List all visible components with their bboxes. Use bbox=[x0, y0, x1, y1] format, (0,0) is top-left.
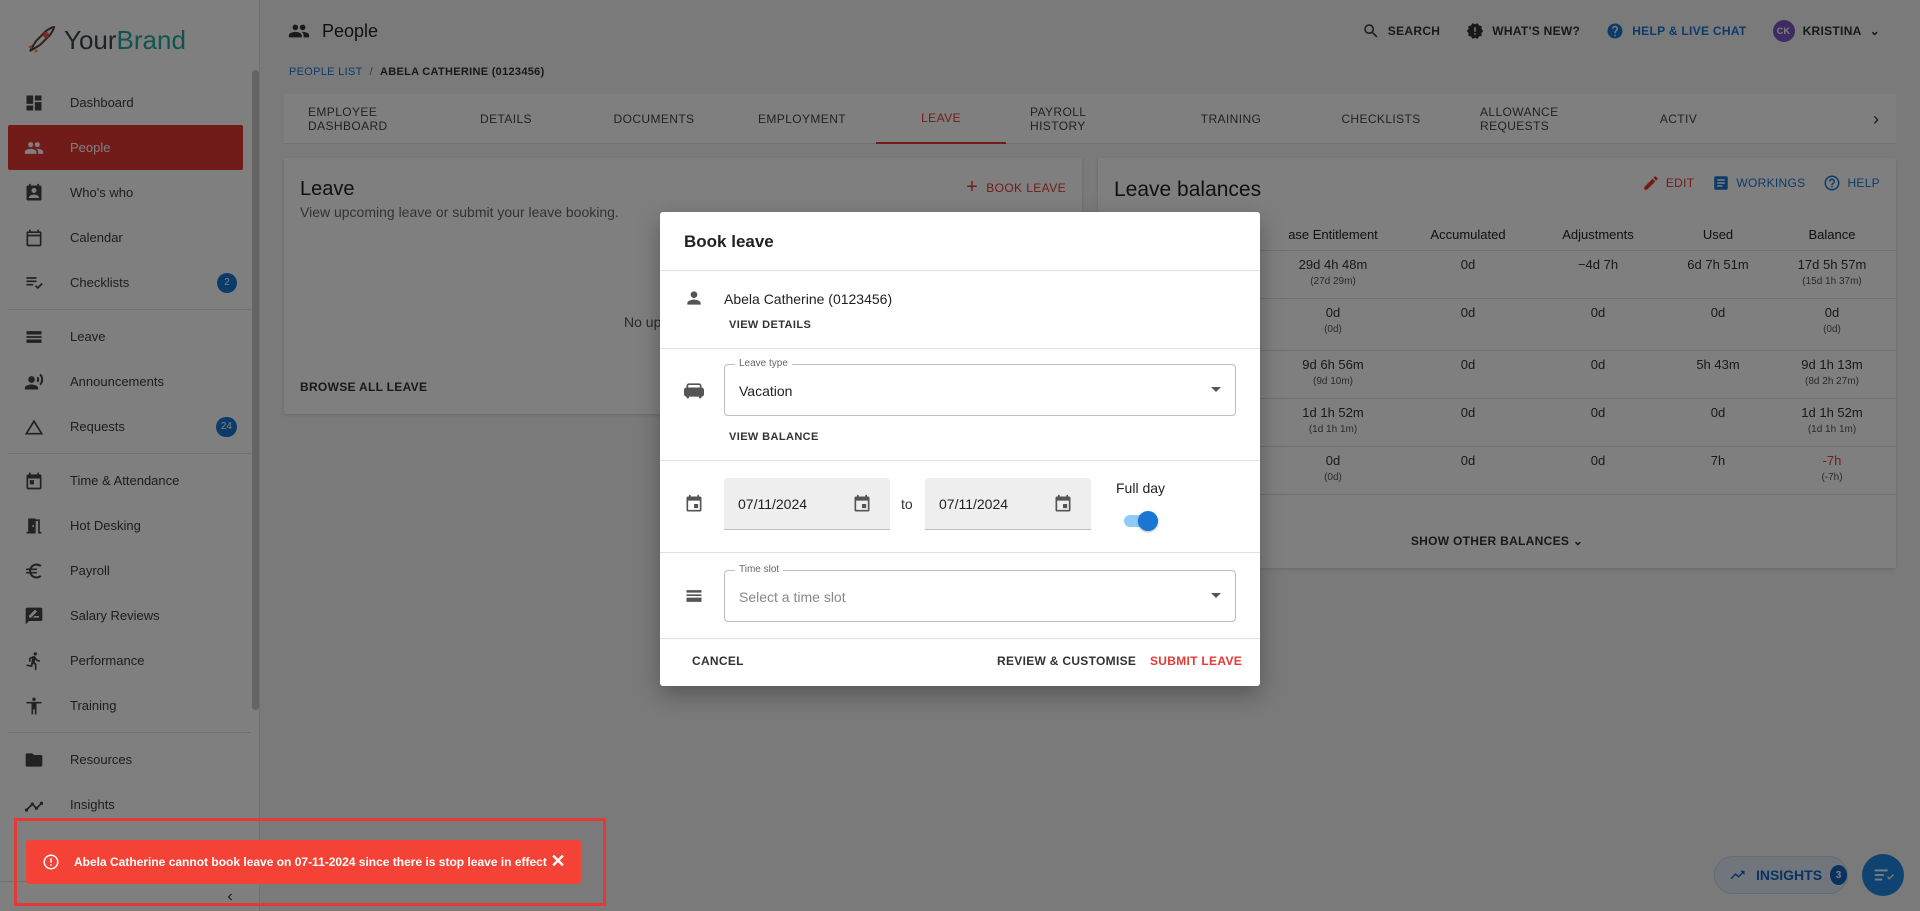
view-balance-button[interactable]: VIEW BALANCE bbox=[729, 431, 819, 443]
calendar-icon[interactable] bbox=[852, 494, 872, 514]
error-message: Abela Catherine cannot book leave on 07-… bbox=[74, 855, 547, 869]
calendar-icon[interactable] bbox=[1053, 494, 1073, 514]
divider bbox=[660, 552, 1260, 553]
review-customise-button[interactable]: REVIEW & CUSTOMISE bbox=[997, 654, 1136, 668]
error-snackbar: Abela Catherine cannot book leave on 07-… bbox=[26, 840, 581, 884]
dropdown-arrow-icon bbox=[1211, 593, 1221, 598]
person-icon bbox=[684, 288, 704, 308]
toggle-knob bbox=[1138, 511, 1158, 531]
book-leave-dialog: Book leave Abela Catherine (0123456) VIE… bbox=[660, 212, 1260, 686]
divider bbox=[660, 460, 1260, 461]
view-details-button[interactable]: VIEW DETAILS bbox=[729, 319, 811, 331]
divider bbox=[660, 270, 1260, 271]
submit-leave-button[interactable]: SUBMIT LEAVE bbox=[1150, 654, 1242, 668]
event-icon bbox=[684, 494, 704, 514]
employee-name: Abela Catherine (0123456) bbox=[724, 291, 893, 307]
cancel-button[interactable]: CANCEL bbox=[692, 654, 744, 668]
full-day-toggle[interactable] bbox=[1122, 509, 1158, 531]
start-date-input[interactable]: 07/11/2024 bbox=[724, 478, 890, 530]
divider bbox=[660, 638, 1260, 639]
date-range-separator: to bbox=[901, 496, 913, 512]
full-day-label: Full day bbox=[1116, 480, 1166, 496]
time-slot-select[interactable]: Time slot Select a time slot bbox=[724, 564, 1236, 622]
time-slot-icon bbox=[684, 586, 704, 606]
divider bbox=[660, 348, 1260, 349]
close-icon[interactable]: ✕ bbox=[549, 852, 567, 870]
error-icon bbox=[42, 853, 60, 871]
leave-type-select[interactable]: Leave type Vacation bbox=[724, 358, 1236, 416]
leave-type-icon bbox=[684, 380, 704, 400]
dropdown-arrow-icon bbox=[1211, 387, 1221, 392]
dialog-title: Book leave bbox=[684, 232, 774, 251]
end-date-input[interactable]: 07/11/2024 bbox=[925, 478, 1091, 530]
